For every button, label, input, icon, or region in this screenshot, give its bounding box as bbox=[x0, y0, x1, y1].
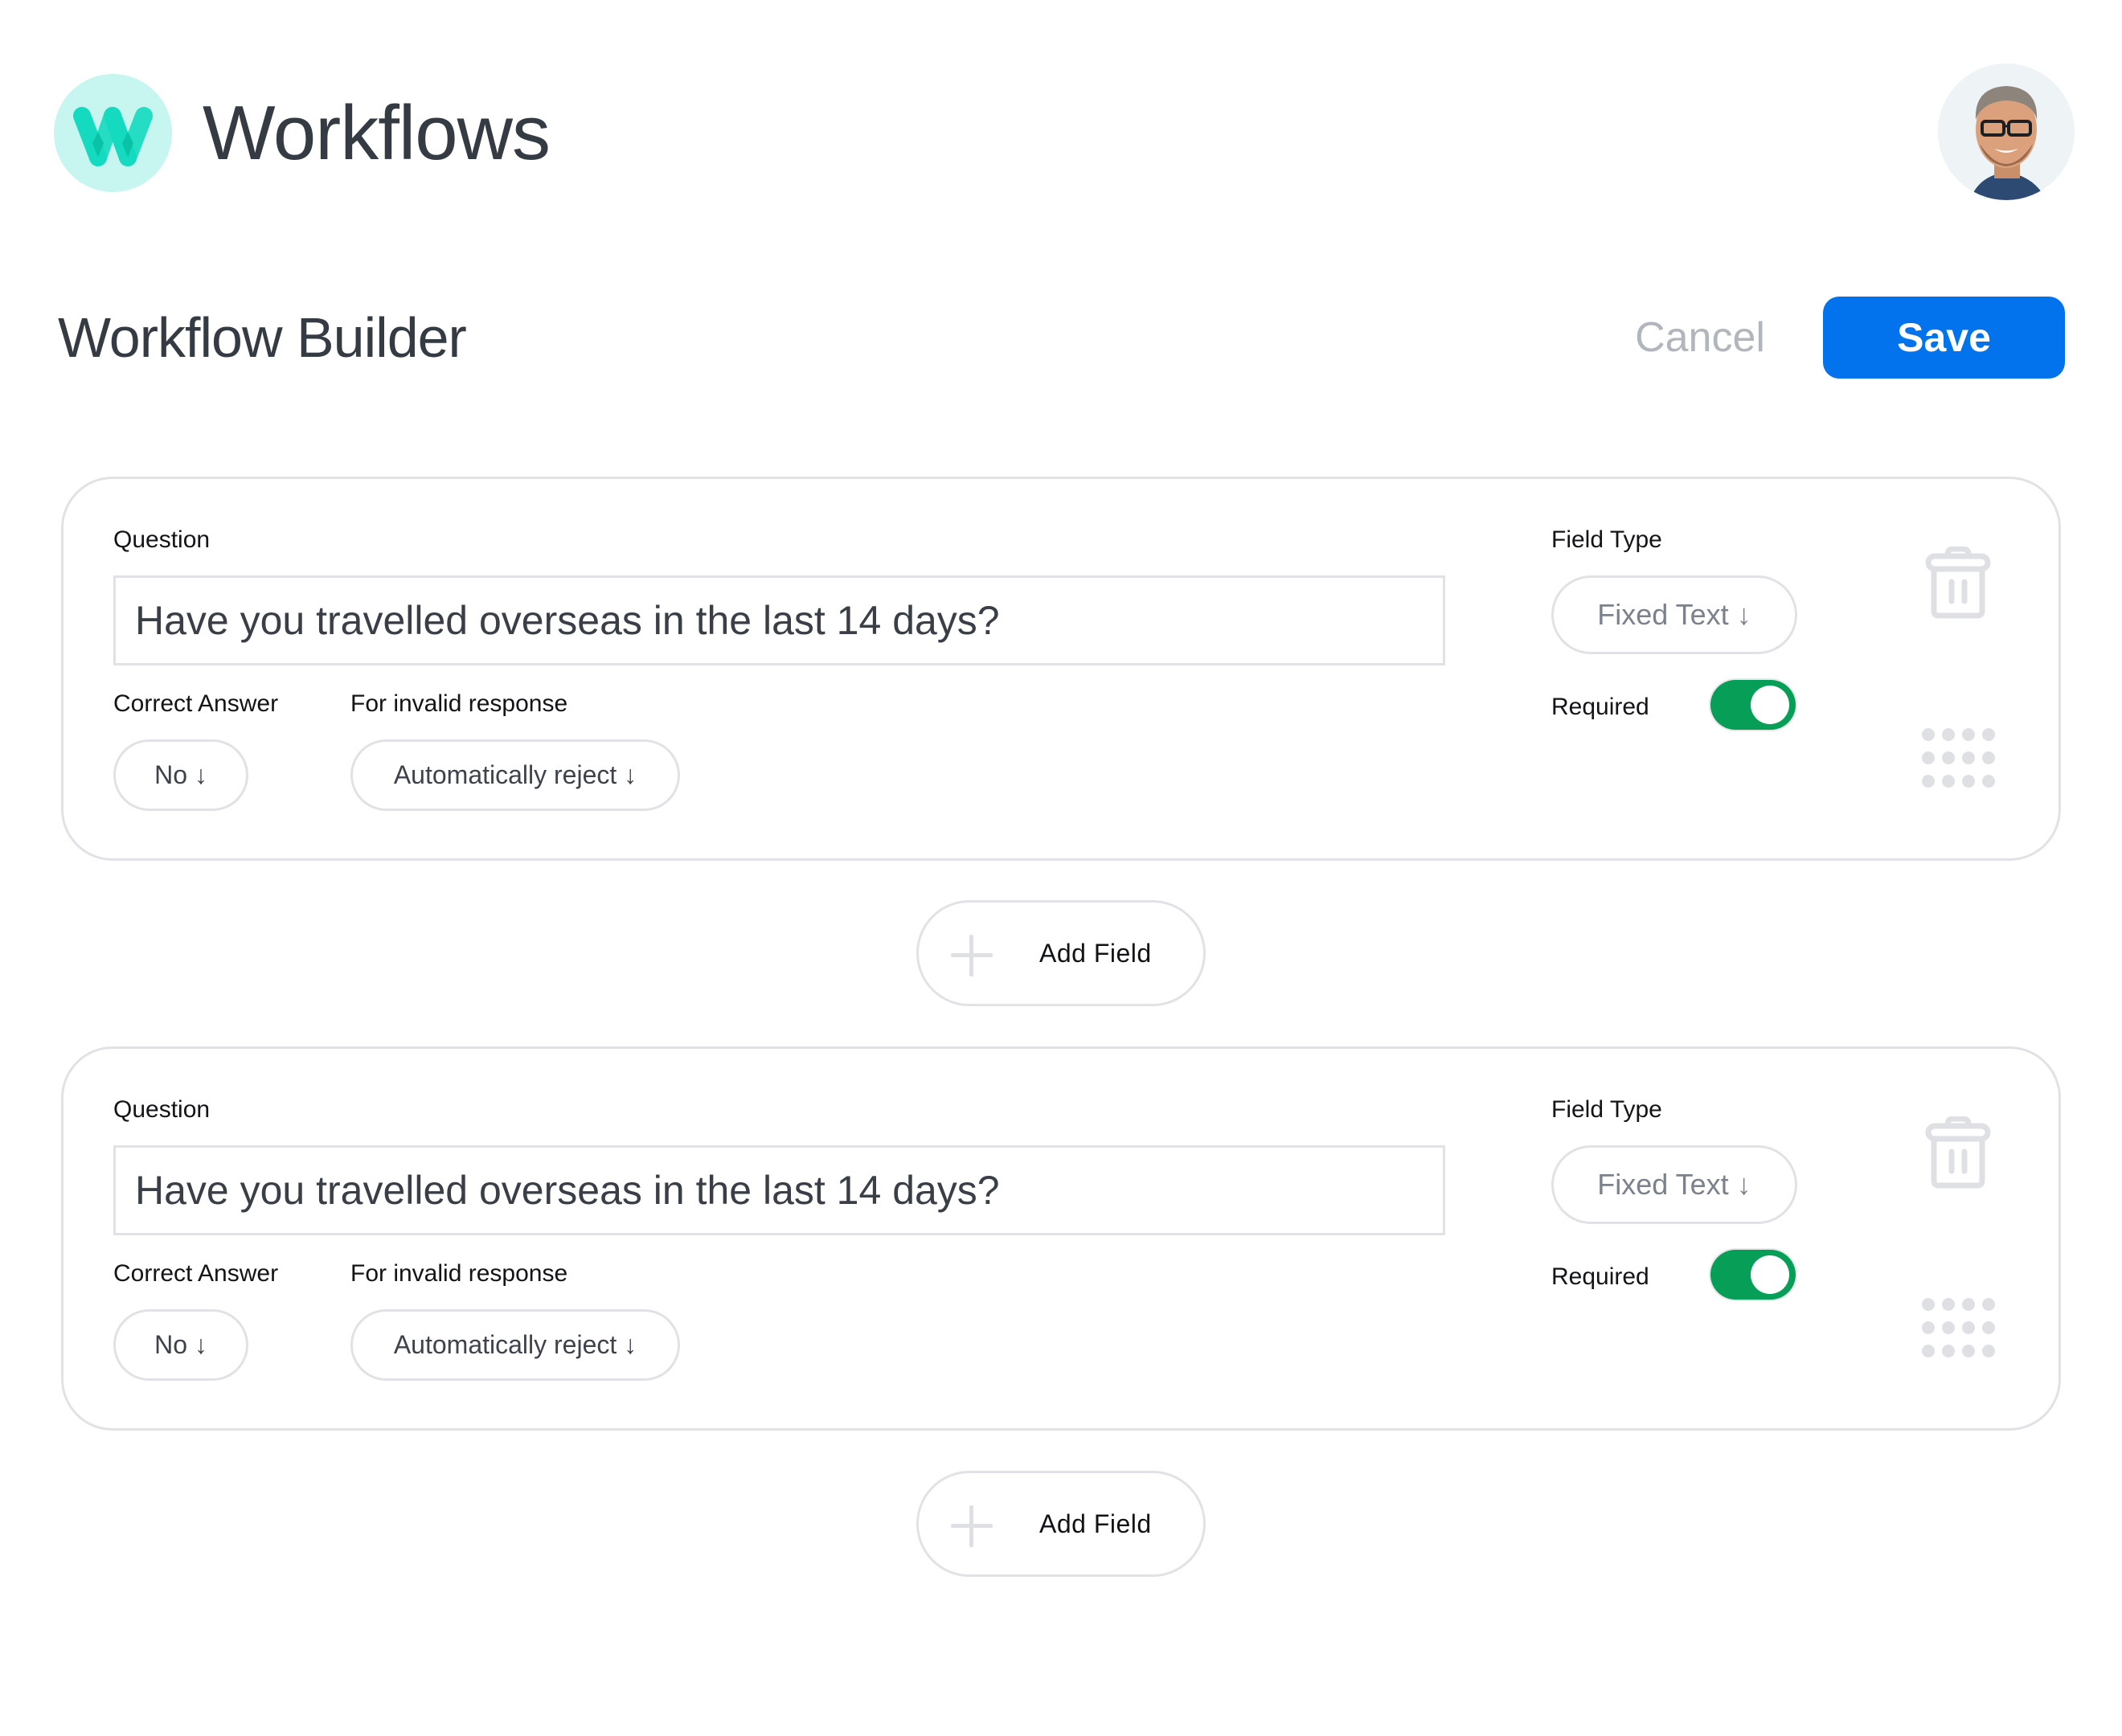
add-field-button[interactable]: Add Field bbox=[916, 900, 1206, 1006]
field-type-label: Field Type bbox=[1551, 526, 1662, 553]
required-toggle[interactable] bbox=[1710, 1250, 1796, 1300]
question-input[interactable] bbox=[113, 575, 1445, 665]
required-label: Required bbox=[1551, 694, 1649, 720]
correct-answer-value: No ↓ bbox=[154, 760, 207, 789]
question-label: Question bbox=[113, 526, 211, 553]
user-avatar[interactable] bbox=[1938, 63, 2075, 200]
required-label: Required bbox=[1551, 1263, 1649, 1290]
toggle-knob bbox=[1751, 1255, 1789, 1294]
add-field-label: Add Field bbox=[1039, 939, 1152, 968]
app-logo bbox=[54, 74, 172, 192]
cancel-button[interactable]: Cancel bbox=[1632, 304, 1768, 371]
invalid-response-dropdown[interactable]: Automatically reject ↓ bbox=[350, 739, 680, 811]
question-input[interactable] bbox=[113, 1145, 1445, 1235]
drag-handle-icon[interactable] bbox=[1922, 1298, 1996, 1357]
question-label: Question bbox=[113, 1096, 211, 1123]
invalid-response-dropdown[interactable]: Automatically reject ↓ bbox=[350, 1309, 680, 1381]
page-title: Workflow Builder bbox=[58, 306, 467, 369]
correct-answer-dropdown[interactable]: No ↓ bbox=[113, 739, 248, 811]
add-field-label: Add Field bbox=[1039, 1509, 1152, 1538]
correct-answer-label: Correct Answer bbox=[113, 1260, 279, 1287]
invalid-response-value: Automatically reject ↓ bbox=[393, 1330, 637, 1359]
field-type-dropdown[interactable]: Fixed Text ↓ bbox=[1551, 575, 1797, 654]
correct-answer-label: Correct Answer bbox=[113, 690, 279, 717]
drag-handle-icon[interactable] bbox=[1922, 728, 1996, 788]
field-type-label: Field Type bbox=[1551, 1096, 1662, 1123]
field-type-value: Fixed Text ↓ bbox=[1597, 1168, 1751, 1201]
invalid-response-label: For invalid response bbox=[350, 690, 568, 717]
delete-field-button[interactable] bbox=[1925, 546, 1991, 619]
plus-icon bbox=[951, 935, 993, 976]
field-card: Question Correct Answer For invalid resp… bbox=[61, 477, 2061, 861]
invalid-response-label: For invalid response bbox=[350, 1260, 568, 1287]
trash-icon bbox=[1925, 1116, 1991, 1189]
add-field-button[interactable]: Add Field bbox=[916, 1471, 1206, 1577]
correct-answer-dropdown[interactable]: No ↓ bbox=[113, 1309, 248, 1381]
field-card: Question Correct Answer For invalid resp… bbox=[61, 1046, 2061, 1431]
plus-icon bbox=[951, 1505, 993, 1547]
delete-field-button[interactable] bbox=[1925, 1116, 1991, 1189]
required-toggle[interactable] bbox=[1710, 680, 1796, 730]
field-type-dropdown[interactable]: Fixed Text ↓ bbox=[1551, 1145, 1797, 1224]
invalid-response-value: Automatically reject ↓ bbox=[393, 760, 637, 789]
save-button[interactable]: Save bbox=[1823, 297, 2065, 379]
toggle-knob bbox=[1751, 686, 1789, 724]
correct-answer-value: No ↓ bbox=[154, 1330, 207, 1359]
workflows-w-logo-icon bbox=[73, 107, 153, 166]
app-title: Workflows bbox=[203, 90, 551, 176]
field-type-value: Fixed Text ↓ bbox=[1597, 598, 1751, 631]
trash-icon bbox=[1925, 546, 1991, 619]
user-avatar-photo-icon bbox=[1938, 63, 2075, 200]
